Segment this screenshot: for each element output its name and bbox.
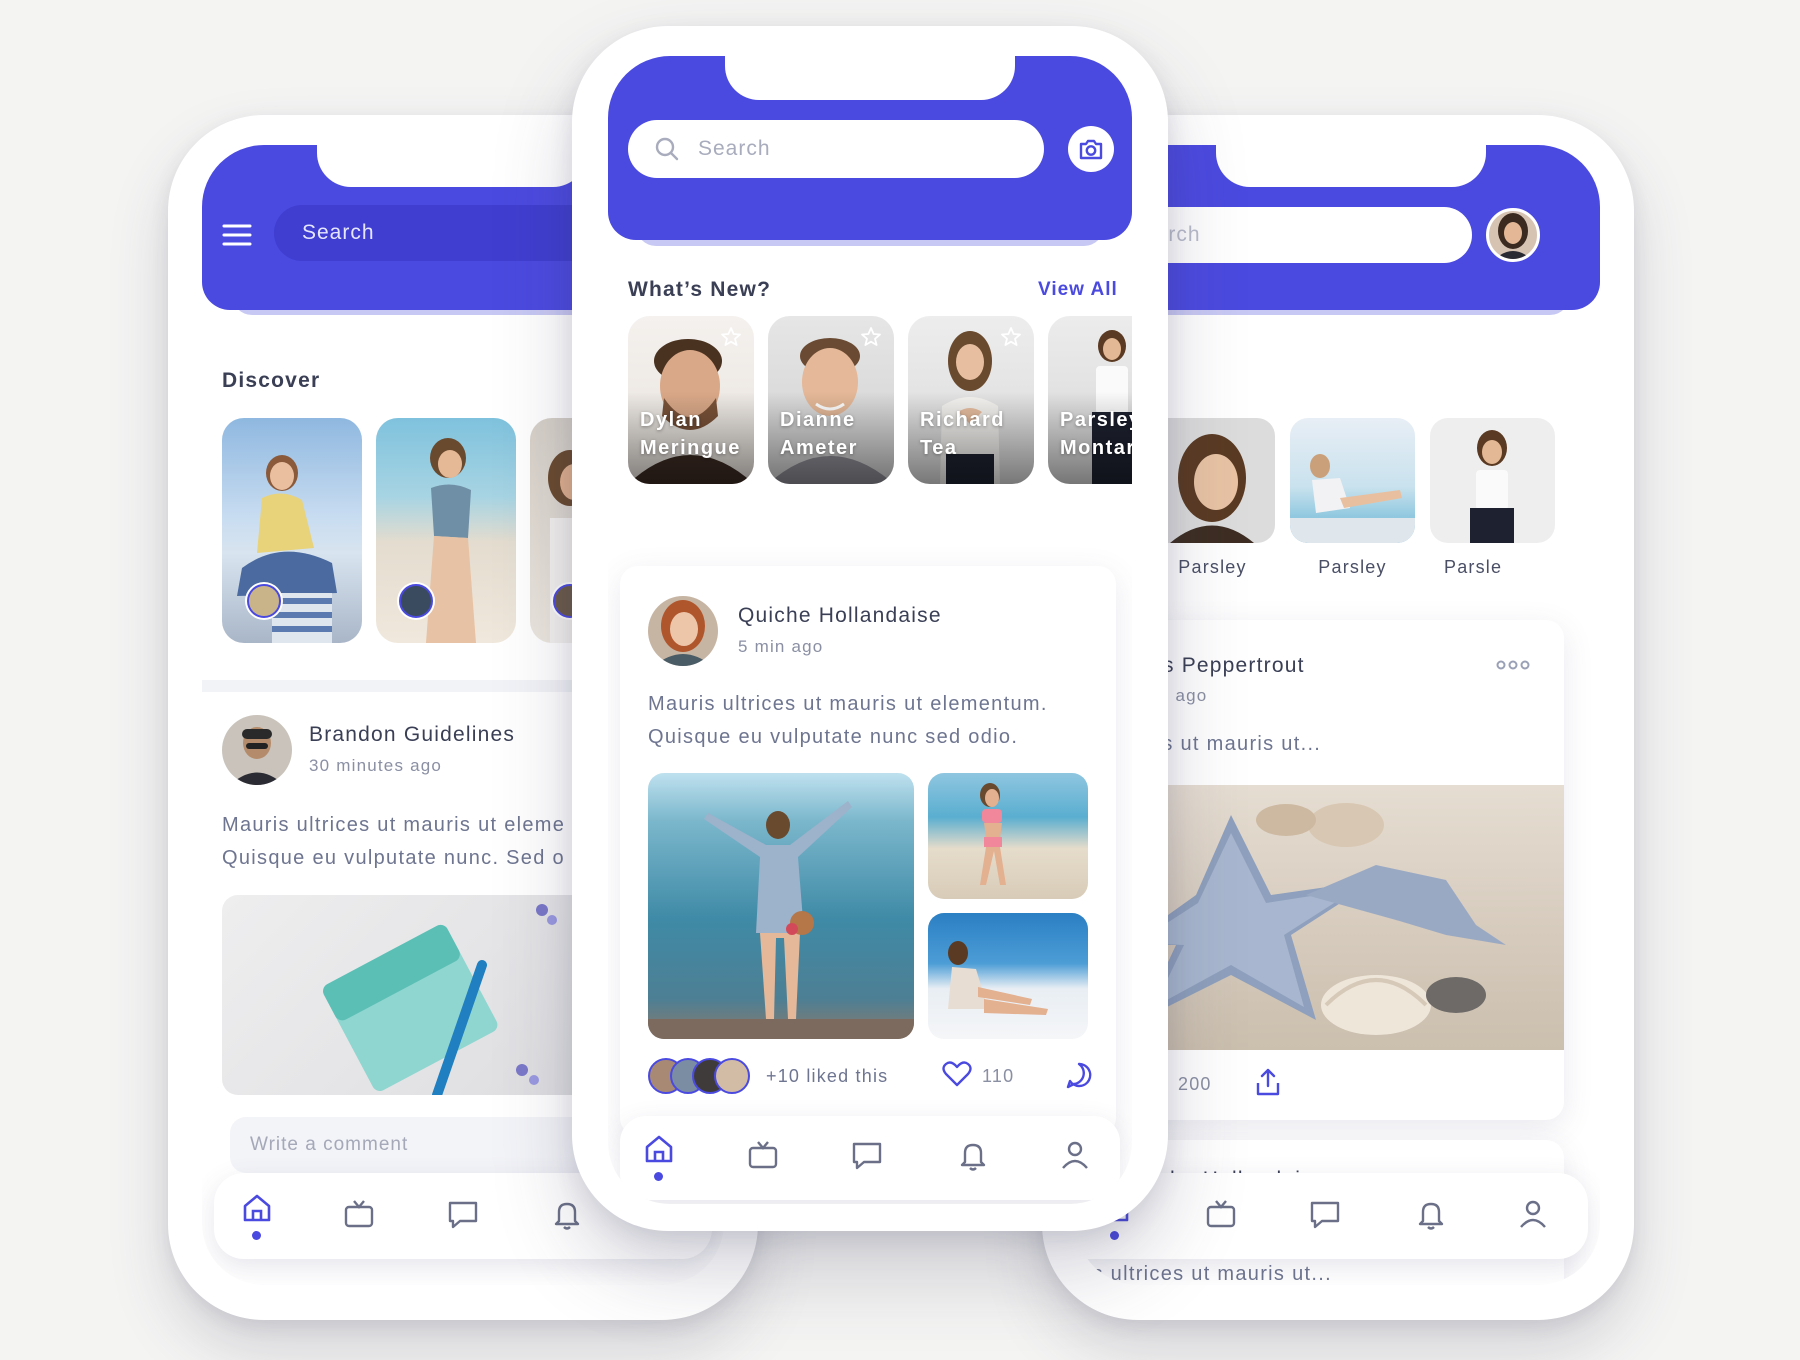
star-icon[interactable] bbox=[860, 326, 882, 348]
chat-icon[interactable] bbox=[1308, 1197, 1342, 1231]
section-title: Discover bbox=[222, 369, 321, 392]
notch bbox=[725, 56, 1015, 100]
user-icon[interactable] bbox=[1058, 1138, 1092, 1172]
liked-avatars[interactable] bbox=[648, 1058, 750, 1094]
star-icon[interactable] bbox=[1000, 326, 1022, 348]
search-placeholder: Search bbox=[302, 221, 375, 244]
post-image-small[interactable] bbox=[928, 913, 1088, 1039]
comment-placeholder: Write a comment bbox=[250, 1134, 409, 1155]
contact-tile[interactable] bbox=[1290, 418, 1415, 543]
comments-count: 200 bbox=[1178, 1074, 1212, 1094]
contact-name: Parsle bbox=[1444, 557, 1503, 577]
story-name: Richard Tea bbox=[920, 406, 1005, 462]
user-icon[interactable] bbox=[1516, 1197, 1550, 1231]
story-tile[interactable]: Parsley Montar bbox=[1048, 316, 1132, 484]
home-icon[interactable] bbox=[642, 1132, 676, 1166]
bell-icon[interactable] bbox=[956, 1138, 990, 1172]
post-author[interactable]: Brandon Guidelines bbox=[309, 723, 515, 747]
search-input[interactable]: Search bbox=[628, 120, 1044, 178]
post-text: Mauris ultrices ut mauris ut elementum. … bbox=[648, 688, 1048, 754]
contact-tile[interactable] bbox=[1430, 418, 1555, 543]
story-tile[interactable]: Richard Tea bbox=[908, 316, 1034, 484]
search-placeholder: Search bbox=[698, 137, 771, 160]
share-icon[interactable] bbox=[1254, 1067, 1282, 1097]
story-last-name: Tea bbox=[920, 437, 958, 459]
camera-button[interactable] bbox=[1068, 126, 1114, 172]
liked-text: +10 liked this bbox=[766, 1066, 889, 1086]
story-last-name: Montar bbox=[1060, 437, 1132, 459]
person-photo bbox=[237, 455, 337, 643]
view-all-link[interactable]: View All bbox=[1038, 279, 1118, 301]
post-time: 5 min ago bbox=[738, 637, 824, 656]
notch bbox=[1216, 145, 1486, 187]
bottom-nav bbox=[620, 1116, 1120, 1200]
star-icon[interactable] bbox=[720, 326, 742, 348]
contact-tile[interactable] bbox=[1150, 418, 1275, 543]
story-first-name: Dylan bbox=[640, 409, 702, 431]
post-image-small[interactable] bbox=[928, 773, 1088, 899]
center-phone-screen: Search What’s New? View All Dylan Mering… bbox=[608, 56, 1132, 1204]
tv-icon[interactable] bbox=[342, 1197, 376, 1231]
active-indicator bbox=[252, 1231, 261, 1240]
center-topbar: Search bbox=[608, 56, 1132, 240]
menu-icon[interactable] bbox=[222, 223, 252, 247]
active-indicator bbox=[654, 1172, 663, 1181]
story-tile[interactable]: Dylan Meringue bbox=[628, 316, 754, 484]
bell-icon[interactable] bbox=[1414, 1197, 1448, 1231]
chat-icon[interactable] bbox=[446, 1197, 480, 1231]
avatar[interactable] bbox=[648, 596, 718, 666]
tv-icon[interactable] bbox=[1204, 1197, 1238, 1231]
story-name: Dianne Ameter bbox=[780, 406, 858, 462]
post-text-line: Mauris ultrices ut mauris ut elementum. bbox=[648, 693, 1048, 715]
likes-count: 110 bbox=[982, 1066, 1015, 1086]
post-text-line: Quisque eu vulputate nunc sed odio. bbox=[648, 726, 1019, 748]
post-text: Mauris ultrices ut mauris ut eleme Quisq… bbox=[222, 809, 565, 875]
post-author[interactable]: Quiche Hollandaise bbox=[738, 604, 942, 628]
search-icon bbox=[654, 136, 680, 162]
story-first-name: Parsley bbox=[1060, 409, 1132, 431]
more-icon[interactable] bbox=[1496, 658, 1530, 670]
notch bbox=[317, 145, 587, 187]
avatar bbox=[714, 1058, 750, 1094]
story-first-name: Richard bbox=[920, 409, 1005, 431]
home-icon[interactable] bbox=[240, 1191, 274, 1225]
story-first-name: Dianne bbox=[780, 409, 856, 431]
post-text-line: Quisque eu vulputate nunc. Sed o bbox=[222, 847, 565, 869]
avatar[interactable] bbox=[222, 715, 292, 785]
center-phone: Search What’s New? View All Dylan Mering… bbox=[572, 26, 1168, 1231]
post-card: Quiche Hollandaise 5 min ago Mauris ultr… bbox=[620, 566, 1116, 1136]
person-photo bbox=[397, 438, 476, 643]
story-name: Dylan Meringue bbox=[640, 406, 741, 462]
contact-name: Parsley bbox=[1318, 557, 1387, 577]
story-last-name: Meringue bbox=[640, 437, 741, 459]
section-title: What’s New? bbox=[628, 278, 772, 301]
story-tile[interactable]: Dianne Ameter bbox=[768, 316, 894, 484]
story-last-name: Ameter bbox=[780, 437, 858, 459]
heart-icon[interactable] bbox=[942, 1060, 972, 1088]
comment-icon[interactable] bbox=[1064, 1060, 1094, 1090]
bell-icon[interactable] bbox=[550, 1197, 584, 1231]
profile-avatar[interactable] bbox=[1486, 208, 1540, 262]
tv-icon[interactable] bbox=[746, 1138, 780, 1172]
discover-tile[interactable] bbox=[222, 418, 362, 643]
camera-icon bbox=[1078, 137, 1104, 161]
discover-tile[interactable] bbox=[376, 418, 516, 643]
post-text: Mauris ultrices ut mauris ut... bbox=[1076, 1263, 1332, 1285]
active-indicator bbox=[1110, 1231, 1119, 1240]
story-name: Parsley Montar bbox=[1060, 406, 1132, 462]
post-image-large[interactable] bbox=[648, 773, 914, 1039]
contact-name: Parsley bbox=[1178, 557, 1247, 577]
post-time: 30 minutes ago bbox=[309, 756, 443, 775]
chat-icon[interactable] bbox=[850, 1138, 884, 1172]
post-text-line: Mauris ultrices ut mauris ut eleme bbox=[222, 814, 566, 836]
